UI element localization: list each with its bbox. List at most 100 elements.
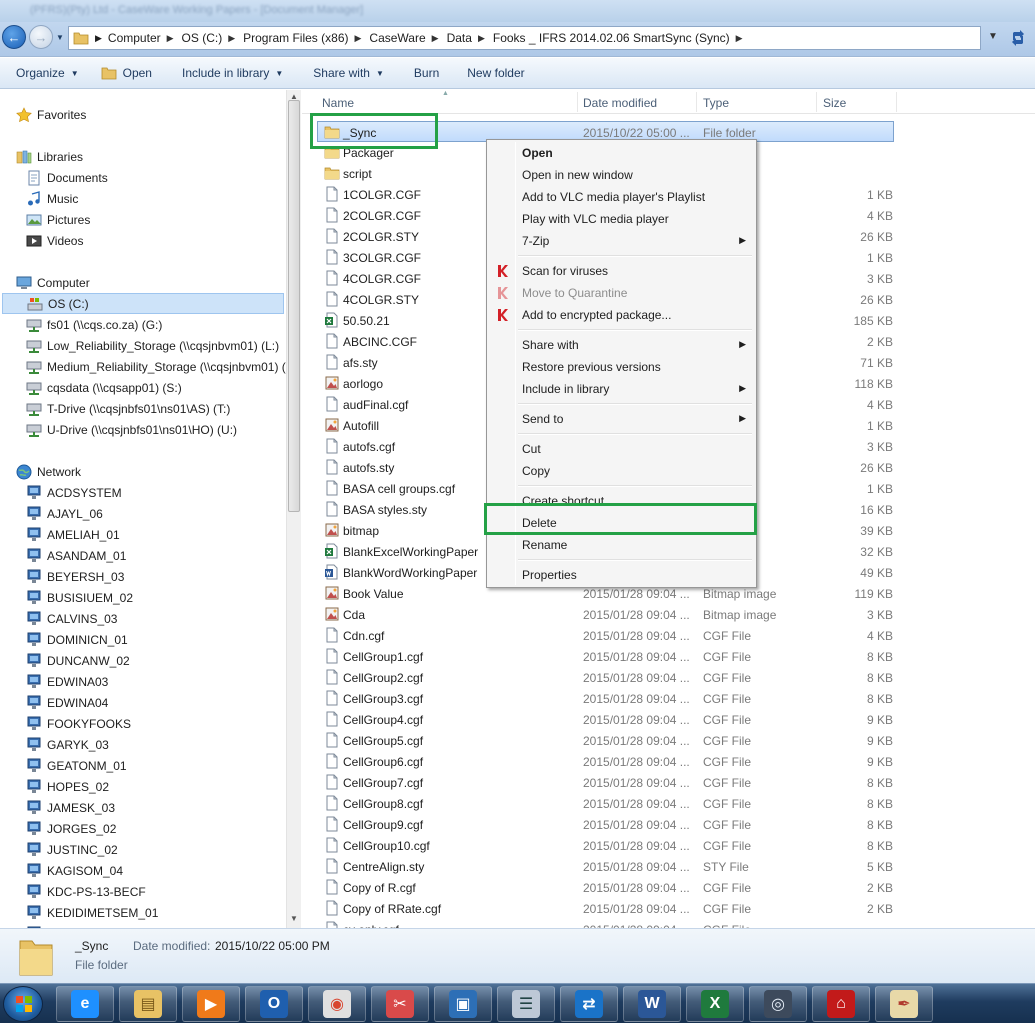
menu-item-add-to-encrypted-package[interactable]: Add to encrypted package...: [489, 304, 754, 326]
taskbar-button[interactable]: ✒: [875, 986, 933, 1022]
address-history-dropdown[interactable]: ▼: [988, 31, 998, 42]
nav-library-item[interactable]: Pictures: [26, 209, 90, 230]
nav-favorites[interactable]: Favorites: [16, 104, 86, 125]
file-row[interactable]: CellGroup7.cgf 2015/01/28 09:04 ... CGF Fi…: [318, 772, 893, 793]
nav-network-host[interactable]: ASANDAM_01: [26, 545, 126, 566]
breadcrumb-item[interactable]: Program Files (x86): [243, 31, 348, 45]
nav-drive[interactable]: cqsdata (\\cqsapp01) (S:): [26, 377, 182, 398]
breadcrumb-item[interactable]: Fooks _ IFRS 2014.02.06 SmartSync (Sync): [493, 31, 730, 45]
menu-item-scan-for-viruses[interactable]: Scan for viruses: [489, 260, 754, 282]
file-row[interactable]: CellGroup2.cgf 2015/01/28 09:04 ... CGF Fi…: [318, 667, 893, 688]
nav-drive[interactable]: T-Drive (\\cqsjnbfs01\ns01\AS) (T:): [26, 398, 230, 419]
file-row[interactable]: CellGroup10.cgf 2015/01/28 09:04 ... CGF F…: [318, 835, 893, 856]
taskbar-button[interactable]: ◎: [749, 986, 807, 1022]
chevron-right-icon[interactable]: ▶: [432, 33, 439, 44]
taskbar-button[interactable]: ☰: [497, 986, 555, 1022]
file-row[interactable]: CellGroup1.cgf 2015/01/28 09:04 ... CGF Fi…: [318, 646, 893, 667]
chevron-right-icon[interactable]: ▶: [478, 33, 485, 44]
column-header-date[interactable]: Date modified: [583, 96, 657, 110]
start-button[interactable]: [3, 986, 43, 1022]
taskbar-button[interactable]: ▶: [182, 986, 240, 1022]
menu-item-send-to[interactable]: Send to ▶: [489, 408, 754, 430]
menu-item-restore-previous-versions[interactable]: Restore previous versions: [489, 356, 754, 378]
taskbar-button[interactable]: W: [623, 986, 681, 1022]
chevron-right-icon[interactable]: ▶: [228, 33, 235, 44]
column-header-name[interactable]: Name: [322, 96, 354, 110]
address-box[interactable]: ▶ Computer ▶ OS (C:) ▶ Program Files (x86) ▶ C…: [68, 26, 981, 50]
new-folder-button[interactable]: New folder: [447, 58, 532, 88]
breadcrumb-item[interactable]: Computer: [108, 31, 161, 45]
chevron-right-icon[interactable]: ▶: [167, 33, 174, 44]
taskbar-button[interactable]: ⌂: [812, 986, 870, 1022]
column-divider[interactable]: [696, 92, 697, 112]
taskbar-button[interactable]: ◉: [308, 986, 366, 1022]
menu-item-open[interactable]: Open: [489, 142, 754, 164]
scrollbar-thumb[interactable]: [288, 100, 300, 512]
menu-item-copy[interactable]: Copy: [489, 460, 754, 482]
open-button[interactable]: Open: [87, 58, 160, 88]
taskbar-button[interactable]: X: [686, 986, 744, 1022]
forward-button[interactable]: →: [29, 25, 53, 49]
menu-item-play-with-vlc-media-player[interactable]: Play with VLC media player: [489, 208, 754, 230]
menu-item-add-to-vlc-media-player-s-playlist[interactable]: Add to VLC media player's Playlist: [489, 186, 754, 208]
nav-library-item[interactable]: Music: [26, 188, 78, 209]
menu-item-properties[interactable]: Properties: [489, 564, 754, 586]
nav-network-host[interactable]: KEDIDIMETSEM_01: [26, 902, 158, 923]
taskbar-button[interactable]: O: [245, 986, 303, 1022]
nav-library-item[interactable]: Documents: [26, 167, 108, 188]
nav-network-host[interactable]: FOOKYFOOKS: [26, 713, 131, 734]
nav-drive[interactable]: fs01 (\\cqs.co.za) (G:): [26, 314, 162, 335]
nav-computer[interactable]: Computer: [16, 272, 90, 293]
breadcrumb-item[interactable]: Data: [447, 31, 472, 45]
taskbar-button[interactable]: ⇄: [560, 986, 618, 1022]
chevron-right-icon[interactable]: ▶: [354, 33, 361, 44]
back-button[interactable]: ←: [2, 25, 26, 49]
column-header-type[interactable]: Type: [703, 96, 729, 110]
file-row[interactable]: CellGroup3.cgf 2015/01/28 09:04 ... CGF Fi…: [318, 688, 893, 709]
column-header-size[interactable]: Size: [823, 96, 846, 110]
scroll-down-icon[interactable]: ▼: [290, 914, 298, 923]
nav-drive[interactable]: OS (C:): [2, 293, 284, 314]
nav-drive[interactable]: Medium_Reliability_Storage (\\cqsjnbvm01…: [26, 356, 286, 377]
nav-network-host[interactable]: AMELIAH_01: [26, 524, 120, 545]
nav-drive[interactable]: U-Drive (\\cqsjnbfs01\ns01\HO) (U:): [26, 419, 237, 440]
menu-item-include-in-library[interactable]: Include in library ▶: [489, 378, 754, 400]
menu-item-share-with[interactable]: Share with ▶: [489, 334, 754, 356]
file-row[interactable]: CellGroup5.cgf 2015/01/28 09:04 ... CGF Fi…: [318, 730, 893, 751]
nav-libraries[interactable]: Libraries: [16, 146, 83, 167]
file-row[interactable]: Cda 2015/01/28 09:04 ... Bitmap image 3 KB: [318, 604, 893, 625]
nav-network-host[interactable]: GARYK_03: [26, 734, 109, 755]
nav-library-item[interactable]: Videos: [26, 230, 83, 251]
nav-network-host[interactable]: KAGISOM_04: [26, 860, 123, 881]
nav-network-host[interactable]: DOMINICN_01: [26, 629, 128, 650]
taskbar-button[interactable]: e: [56, 986, 114, 1022]
file-row[interactable]: Cdn.cgf 2015/01/28 09:04 ... CGF File 4 KB: [318, 625, 893, 646]
taskbar-button[interactable]: ✂: [371, 986, 429, 1022]
file-row[interactable]: CellGroup4.cgf 2015/01/28 09:04 ... CGF Fi…: [318, 709, 893, 730]
nav-network-host[interactable]: EDWINA03: [26, 671, 108, 692]
nav-drive[interactable]: Low_Reliability_Storage (\\cqsjnbvm01) (…: [26, 335, 279, 356]
nav-network[interactable]: Network: [16, 461, 81, 482]
taskbar-button[interactable]: ▣: [434, 986, 492, 1022]
file-row[interactable]: CentreAlign.sty 2015/01/28 09:04 ... STY F…: [318, 856, 893, 877]
nav-network-host[interactable]: HOPES_02: [26, 776, 109, 797]
include-in-library-button[interactable]: Include in library ▼: [160, 58, 291, 88]
menu-item-cut[interactable]: Cut: [489, 438, 754, 460]
nav-network-host[interactable]: DUNCANW_02: [26, 650, 130, 671]
menu-item-open-in-new-window[interactable]: Open in new window: [489, 164, 754, 186]
refresh-icon[interactable]: [1008, 28, 1028, 48]
nav-network-host[interactable]: BEYERSH_03: [26, 566, 124, 587]
menu-item-rename[interactable]: Rename: [489, 534, 754, 556]
burn-button[interactable]: Burn: [392, 58, 447, 88]
nav-network-host[interactable]: BUSISIUEM_02: [26, 587, 133, 608]
file-row[interactable]: cv only.cgf2015/01/28 09:04 ...CGF File: [318, 919, 893, 928]
chevron-right-icon[interactable]: ▶: [736, 33, 743, 44]
nav-network-host[interactable]: CALVINS_03: [26, 608, 117, 629]
nav-network-host[interactable]: JUSTINC_02: [26, 839, 118, 860]
file-row[interactable]: CellGroup9.cgf 2015/01/28 09:04 ... CGF Fi…: [318, 814, 893, 835]
nav-network-host[interactable]: JAMESK_03: [26, 797, 115, 818]
column-divider[interactable]: [577, 92, 578, 112]
breadcrumb-item[interactable]: CaseWare: [369, 31, 425, 45]
nav-network-host[interactable]: JORGES_02: [26, 818, 116, 839]
taskbar-button[interactable]: ▤: [119, 986, 177, 1022]
